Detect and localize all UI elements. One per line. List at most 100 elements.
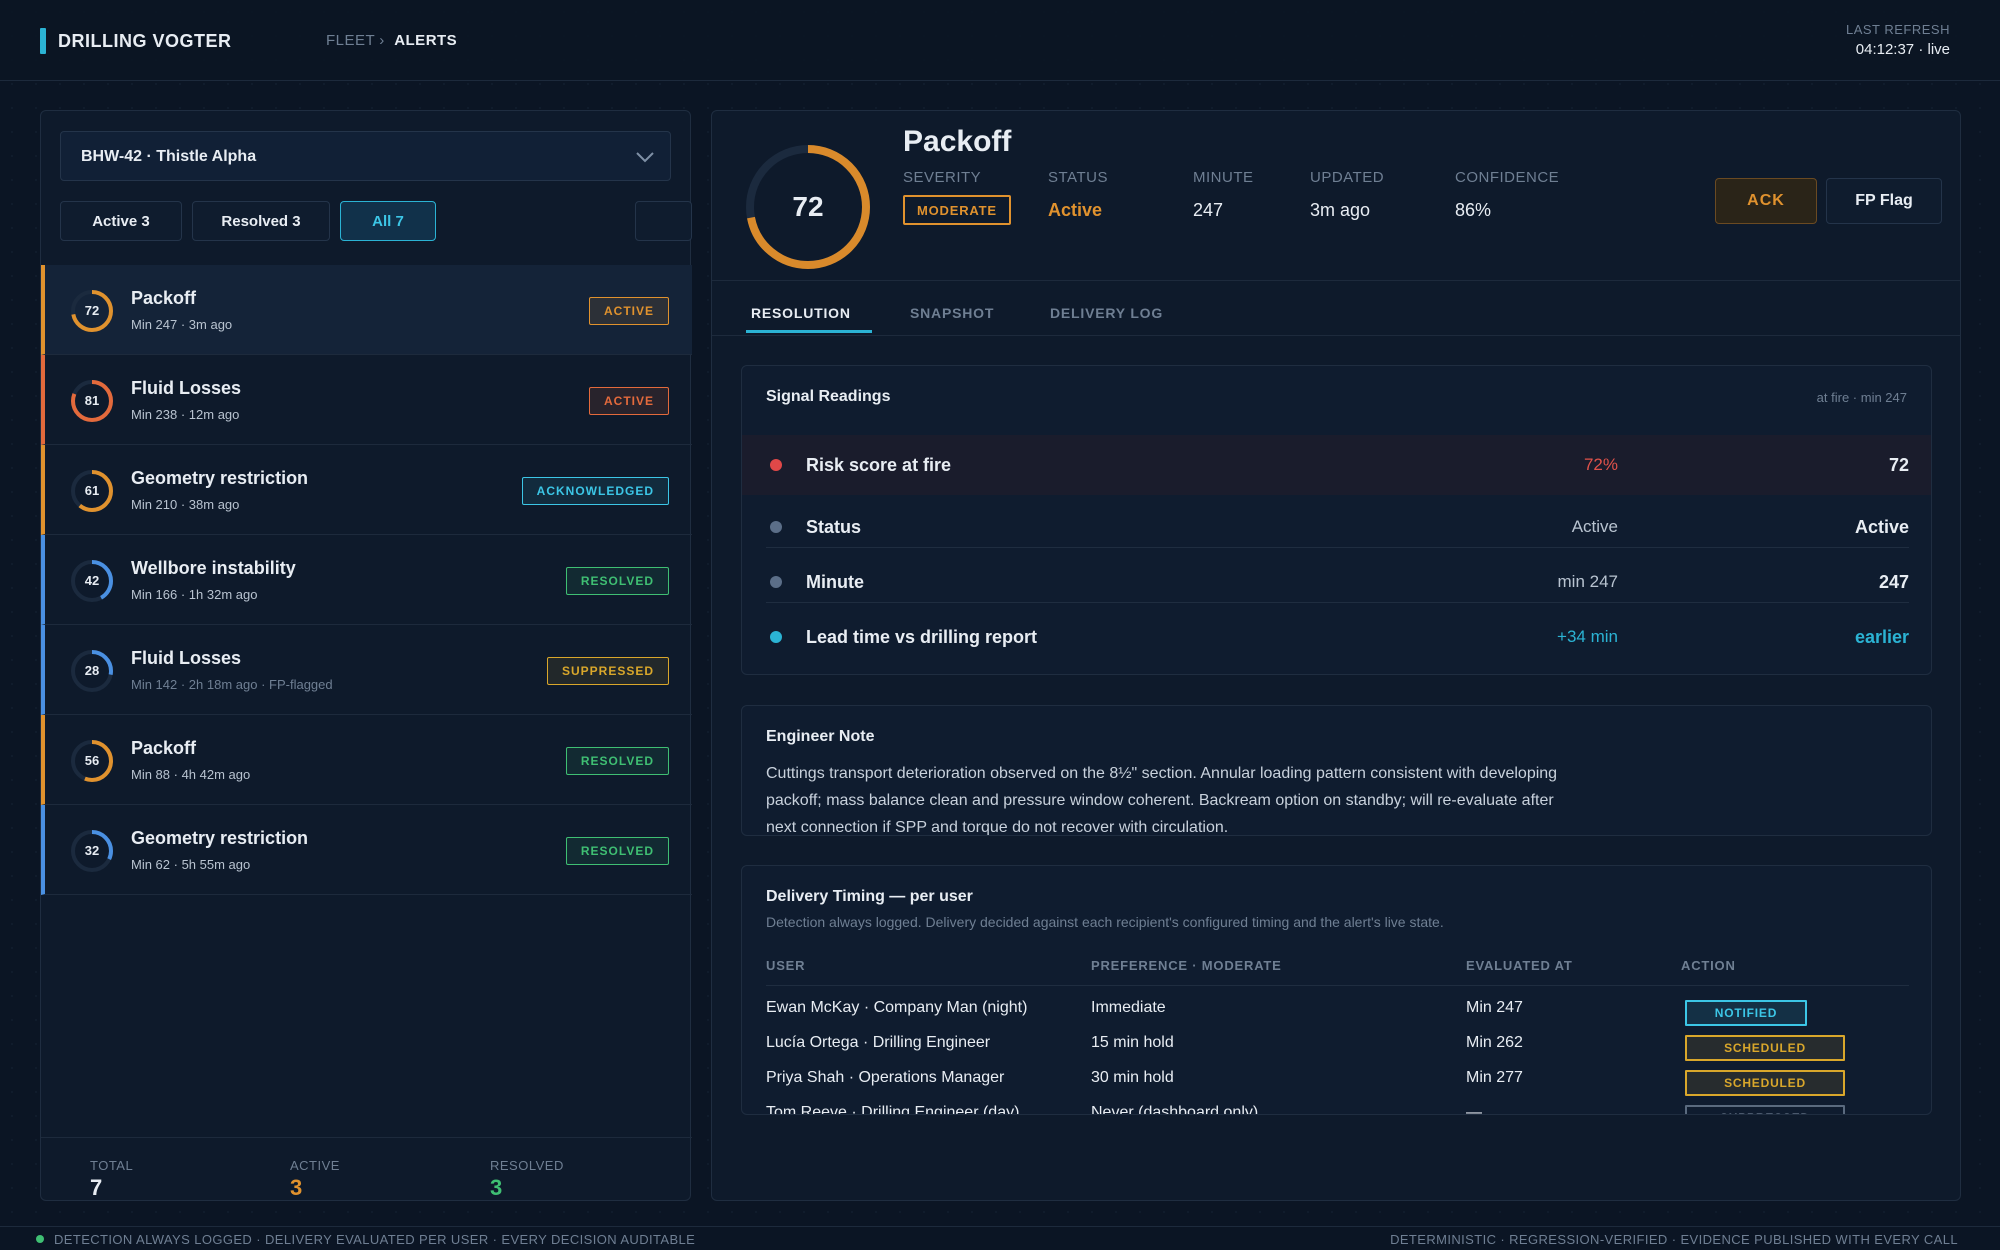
risk-score: 28 — [84, 663, 100, 678]
breadcrumb-fleet[interactable]: FLEET — [326, 32, 375, 49]
risk-score-ring: 61 — [69, 468, 115, 514]
signal-row: Lead time vs drilling report +34 min ear… — [742, 607, 1931, 667]
user-cell: Lucía Ortega · Drilling Engineer — [766, 1034, 991, 1051]
tab-snapshot[interactable]: SNAPSHOT — [910, 305, 994, 321]
active-label: ACTIVE — [290, 1158, 340, 1173]
last-refresh-label: LAST REFRESH — [1845, 22, 1950, 37]
signal-label: Risk score at fire — [806, 455, 952, 475]
divider — [766, 985, 1909, 986]
breadcrumb-separator: › — [379, 32, 385, 49]
alert-subtitle: Min 62 · 5h 55m ago — [131, 857, 251, 872]
signal-value: earlier — [1854, 627, 1909, 647]
alert-item[interactable]: 81 Fluid Losses Min 238 · 12m ago ACTIVE — [41, 355, 692, 445]
signal-row: Status Active Active — [742, 497, 1931, 557]
risk-score: 61 — [84, 483, 100, 498]
user-cell: Ewan McKay · Company Man (night) — [766, 999, 1028, 1016]
minute-label: MINUTE — [1193, 169, 1254, 186]
updated-field: UPDATED 3m ago — [1310, 169, 1384, 221]
filter-all[interactable]: All 7 — [340, 201, 436, 241]
total-stat: TOTAL 7 — [90, 1158, 133, 1201]
status-badge: ACTIVE — [588, 297, 669, 325]
confidence-field: CONFIDENCE 86% — [1455, 169, 1559, 221]
alert-item[interactable]: 56 Packoff Min 88 · 4h 42m ago RESOLVED — [41, 715, 692, 805]
well-selector-value: BHW-42 · Thistle Alpha — [81, 148, 257, 165]
status-badge: RESOLVED — [565, 567, 669, 595]
alert-subtitle: Min 210 · 38m ago — [131, 497, 240, 512]
signal-row: Risk score at fire 72% 72 — [742, 435, 1931, 495]
preference-cell: 30 min hold — [1091, 1069, 1174, 1086]
evaluated-at-cell: Min 247 — [1466, 999, 1523, 1016]
severity-badge: MODERATE — [903, 195, 1011, 225]
alert-title: Geometry restriction — [131, 828, 309, 848]
filter-group: Active 3 Resolved 3 All 7 — [60, 201, 446, 241]
alert-title: Geometry restriction — [131, 468, 309, 488]
divider — [766, 547, 1909, 548]
alert-totals: TOTAL 7 ACTIVE 3 RESOLVED 3 — [41, 1137, 692, 1201]
preference-cell: 15 min hold — [1091, 1034, 1174, 1051]
detail-score: 72 — [792, 191, 824, 222]
ack-button[interactable]: ACK — [1715, 178, 1817, 224]
signal-reading: +34 min — [1557, 627, 1618, 646]
engineer-note-title: Engineer Note — [766, 728, 875, 745]
risk-score: 72 — [84, 303, 100, 318]
alert-subtitle: Min 166 · 1h 32m ago — [131, 587, 258, 602]
minute-value: 247 — [1193, 200, 1224, 220]
breadcrumb: FLEET › ALERTS — [326, 32, 457, 49]
active-tab-indicator — [746, 330, 872, 333]
evaluated-at-cell: — — [1466, 1104, 1482, 1115]
tab-delivery-log[interactable]: DELIVERY LOG — [1050, 305, 1163, 321]
last-refresh: LAST REFRESH 04:12:37 · live — [1846, 22, 1950, 58]
evaluated-at-cell: Min 262 — [1466, 1034, 1523, 1051]
action-badge: SCHEDULED — [1685, 1070, 1845, 1096]
confidence-value: 86% — [1455, 200, 1492, 220]
engineer-note-card: Engineer Note Cuttings transport deterio… — [741, 705, 1932, 836]
confidence-label: CONFIDENCE — [1455, 169, 1560, 186]
well-selector[interactable]: BHW-42 · Thistle Alpha — [60, 131, 671, 181]
engineer-note-text: Cuttings transport deterioration observe… — [766, 765, 1558, 836]
filter-extra-button[interactable] — [635, 201, 692, 241]
tab-resolution[interactable]: RESOLUTION — [751, 305, 851, 321]
signal-readings-card: Signal Readings at fire · min 247 Risk s… — [741, 365, 1932, 675]
risk-score-ring: 28 — [69, 648, 115, 694]
fp-flag-button[interactable]: FP Flag — [1826, 178, 1942, 224]
delivery-timing-title: Delivery Timing — per user — [766, 888, 973, 905]
risk-score-ring: 81 — [69, 378, 115, 424]
risk-score: 56 — [84, 753, 100, 768]
delivery-timing-card: Delivery Timing — per user Detection alw… — [741, 865, 1932, 1115]
alert-item[interactable]: 42 Wellbore instability Min 166 · 1h 32m… — [41, 535, 692, 625]
alert-item[interactable]: 28 Fluid Losses Min 142 · 2h 18m ago · F… — [41, 625, 692, 715]
signal-value: 72 — [1888, 455, 1909, 475]
signal-row: Minute min 247 247 — [742, 552, 1931, 612]
resolved-value: 3 — [490, 1175, 503, 1200]
active-stat: ACTIVE 3 — [290, 1158, 340, 1201]
status-dot-icon — [770, 459, 782, 471]
action-badge: SUPPRESSED — [1685, 1105, 1845, 1114]
chevron-down-icon — [636, 152, 654, 163]
resolved-stat: RESOLVED 3 — [490, 1158, 564, 1201]
signal-reading: 72% — [1583, 455, 1618, 474]
action-badge: NOTIFIED — [1685, 1000, 1807, 1026]
delivery-timing-subtitle: Detection always logged. Delivery decide… — [766, 914, 1444, 930]
user-cell: Tom Reeve · Drilling Engineer (day) — [766, 1104, 1020, 1115]
detail-score-ring: 72 — [744, 143, 872, 271]
action-badge: SCHEDULED — [1685, 1035, 1845, 1061]
filter-active[interactable]: Active 3 — [60, 201, 182, 241]
status-badge: SUPPRESSED — [546, 657, 669, 685]
status-field: STATUS Active — [1048, 169, 1108, 221]
alert-title: Packoff — [131, 288, 197, 308]
column-header-evaluated-at: EVALUATED AT — [1466, 958, 1573, 973]
signal-readings-context: at fire · min 247 — [1816, 390, 1907, 405]
evaluated-at-cell: Min 277 — [1466, 1069, 1523, 1086]
alert-item[interactable]: 32 Geometry restriction Min 62 · 5h 55m … — [41, 805, 692, 895]
total-value: 7 — [90, 1175, 103, 1200]
risk-score: 32 — [84, 843, 100, 858]
alert-item[interactable]: 61 Geometry restriction Min 210 · 38m ag… — [41, 445, 692, 535]
alert-subtitle: Min 142 · 2h 18m ago · FP-flagged — [131, 677, 333, 692]
brand: DRILLING VOGTER — [40, 28, 232, 54]
alert-item[interactable]: 72 Packoff Min 247 · 3m ago ACTIVE — [41, 265, 692, 355]
signal-label: Status — [806, 517, 862, 537]
alert-subtitle: Min 88 · 4h 42m ago — [131, 767, 251, 782]
divider — [766, 602, 1909, 603]
filter-resolved[interactable]: Resolved 3 — [192, 201, 330, 241]
signal-value: Active — [1854, 517, 1909, 537]
